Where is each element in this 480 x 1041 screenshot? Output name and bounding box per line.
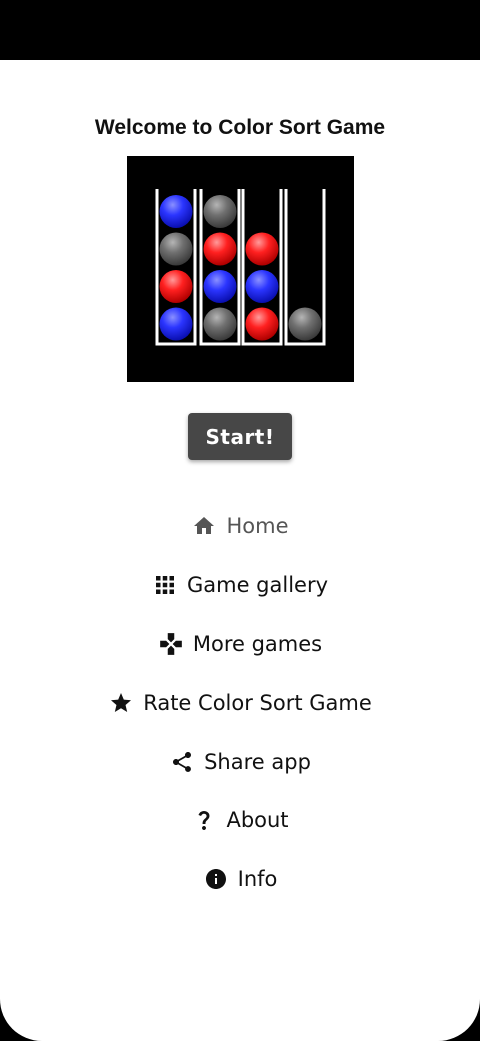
- ball-red: [245, 232, 279, 266]
- grid-icon: [152, 572, 178, 598]
- ball-blue: [203, 270, 237, 303]
- ball-gray: [159, 232, 193, 266]
- home-icon: [191, 513, 217, 539]
- menu-item-label: Share app: [204, 749, 311, 774]
- menu-item-label: More games: [192, 631, 323, 656]
- tube: [284, 189, 326, 346]
- menu-item-share[interactable]: Share app: [0, 732, 480, 791]
- menu-screen: Welcome to Color Sort Game Start! Home G…: [0, 60, 480, 1041]
- menu-item-game-gallery[interactable]: Game gallery: [0, 556, 480, 615]
- menu-item-label: Home: [226, 514, 289, 539]
- ball-red: [203, 232, 237, 266]
- ball-red: [159, 270, 193, 303]
- menu-item-label: About: [226, 808, 289, 833]
- page-title: Welcome to Color Sort Game: [94, 116, 386, 139]
- menu-item-label: Rate Color Sort Game: [143, 690, 372, 715]
- ball-gray: [288, 307, 322, 341]
- start-button[interactable]: Start!: [188, 413, 292, 460]
- menu-item-more-games[interactable]: More games: [0, 615, 480, 674]
- ball-blue: [159, 307, 193, 341]
- menu-item-home[interactable]: Home: [0, 497, 480, 556]
- menu-item-label: Info: [237, 867, 278, 892]
- tube: [155, 189, 197, 346]
- tubes-preview: [155, 189, 326, 346]
- menu-item-label: Game gallery: [186, 573, 329, 598]
- info-icon: [203, 866, 229, 892]
- menu-item-rate[interactable]: Rate Color Sort Game: [0, 673, 480, 732]
- navigation-menu: Home Game gallery More games Rate Color …: [0, 497, 480, 909]
- ball-blue: [245, 270, 279, 303]
- ball-blue: [159, 195, 193, 228]
- ball-gray: [203, 195, 237, 228]
- gamepad-icon: [158, 631, 184, 657]
- ball-red: [245, 307, 279, 341]
- ball-gray: [203, 307, 237, 341]
- star-icon: [108, 690, 134, 716]
- share-icon: [169, 749, 195, 775]
- status-bar: [0, 0, 480, 60]
- menu-item-info[interactable]: Info: [0, 850, 480, 909]
- game-preview-image: [127, 156, 354, 382]
- tube: [199, 189, 241, 346]
- help-icon: [191, 807, 217, 833]
- tube: [241, 189, 283, 346]
- menu-item-about[interactable]: About: [0, 791, 480, 850]
